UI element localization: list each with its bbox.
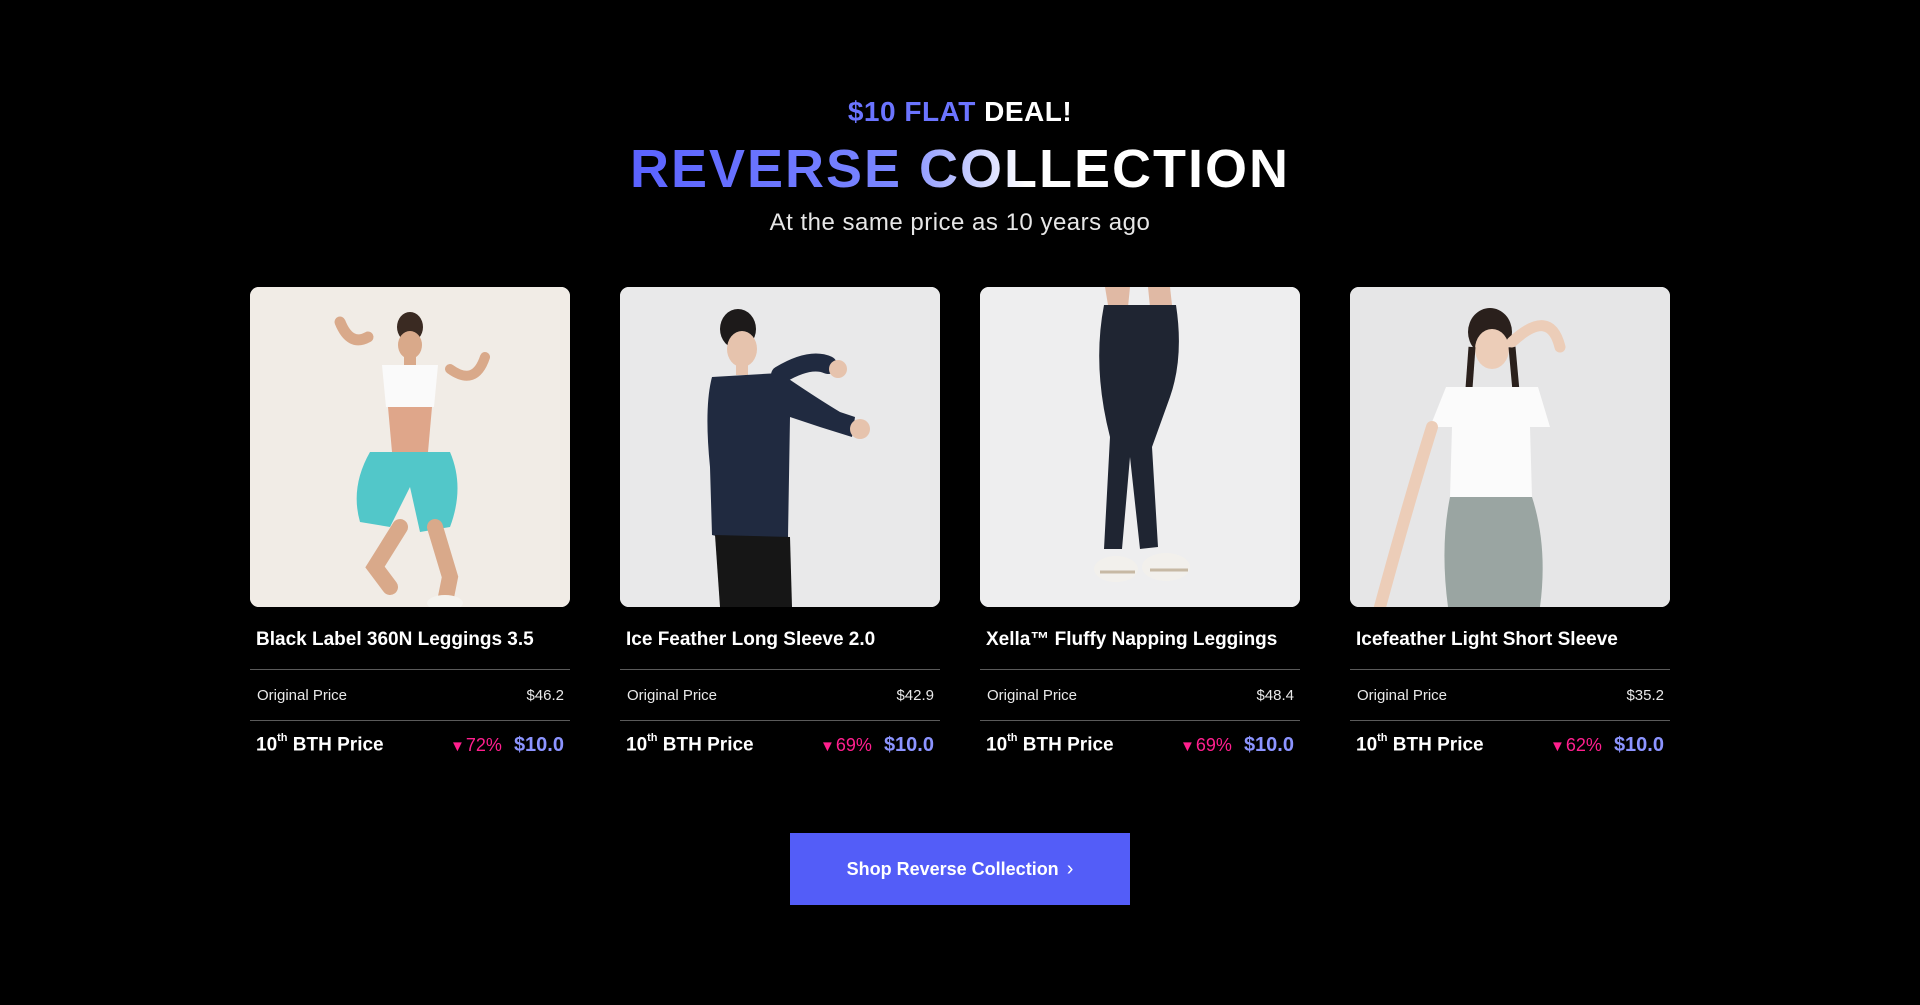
original-price-label: Original Price (257, 686, 348, 704)
product-image[interactable] (250, 287, 570, 607)
original-price-row: Original Price $46.2 (250, 670, 570, 720)
discount-rate: ▼69% (1180, 734, 1232, 755)
deal-price-row: 10th BTH Price ▼69% $10.0 (620, 721, 940, 769)
product-image[interactable] (620, 287, 940, 607)
collection-subtitle: At the same price as 10 years ago (769, 209, 1151, 236)
original-price-label: Original Price (987, 686, 1078, 704)
product-card[interactable]: Icefeather Light Short Sleeve Original P… (1350, 287, 1670, 769)
down-triangle-icon: ▼ (1550, 737, 1565, 755)
original-price-label: Original Price (627, 686, 718, 704)
deal-price: $10.0 (513, 733, 564, 756)
original-price-label: Original Price (1357, 686, 1448, 704)
deal-price-row: 10th BTH Price ▼62% $10.0 (1350, 721, 1670, 769)
promo-eyebrow: $10 FLAT DEAL! (0, 92, 1920, 132)
original-price: $46.2 (526, 686, 564, 704)
deal-price-label: 10th BTH Price (626, 731, 754, 756)
discount-rate: ▼72% (450, 734, 502, 755)
chevron-right-icon: › (1066, 858, 1074, 880)
product-photo-short-sleeve (1350, 287, 1670, 607)
eyebrow-rest: DEAL! (984, 96, 1073, 127)
original-price: $42.9 (896, 686, 934, 704)
deal-price: $10.0 (1243, 733, 1294, 756)
product-photo-napping-leggings (980, 287, 1300, 607)
eyebrow-highlight: $10 FLAT (847, 96, 976, 127)
deal-price-row: 10th BTH Price ▼69% $10.0 (980, 721, 1300, 769)
product-photo-long-sleeve (620, 287, 940, 607)
product-card[interactable]: Xella™ Fluffy Napping Leggings Original … (980, 287, 1300, 769)
product-card[interactable]: Ice Feather Long Sleeve 2.0 Original Pri… (620, 287, 940, 769)
product-name[interactable]: Icefeather Light Short Sleeve (1350, 628, 1670, 652)
original-price-row: Original Price $35.2 (1350, 670, 1670, 720)
promo-page: $10 FLAT DEAL! REVERSE COLLECTION At the… (0, 0, 1920, 1005)
deal-price: $10.0 (1613, 733, 1664, 756)
deal-price-row: 10th BTH Price ▼72% $10.0 (250, 721, 570, 769)
shop-collection-label: Shop Reverse Collection (846, 858, 1059, 879)
product-image[interactable] (1350, 287, 1670, 607)
product-name[interactable]: Ice Feather Long Sleeve 2.0 (620, 628, 940, 652)
discount-rate: ▼62% (1550, 734, 1602, 755)
original-price: $48.4 (1256, 686, 1294, 704)
original-price-row: Original Price $48.4 (980, 670, 1300, 720)
product-card[interactable]: Black Label 360N Leggings 3.5 Original P… (250, 287, 570, 769)
shop-collection-button[interactable]: Shop Reverse Collection › (790, 833, 1130, 905)
product-image[interactable] (980, 287, 1300, 607)
discount-rate: ▼69% (820, 734, 872, 755)
deal-price-label: 10th BTH Price (986, 731, 1114, 756)
down-triangle-icon: ▼ (450, 737, 465, 755)
original-price-row: Original Price $42.9 (620, 670, 940, 720)
deal-price-label: 10th BTH Price (1356, 731, 1484, 756)
original-price: $35.2 (1626, 686, 1664, 704)
product-photo-leggings-shorts (250, 287, 570, 607)
product-name[interactable]: Xella™ Fluffy Napping Leggings (980, 628, 1300, 652)
down-triangle-icon: ▼ (820, 737, 835, 755)
deal-price: $10.0 (883, 733, 934, 756)
collection-title: REVERSE COLLECTION (629, 139, 1291, 199)
deal-price-label: 10th BTH Price (256, 731, 384, 756)
product-name[interactable]: Black Label 360N Leggings 3.5 (250, 628, 570, 652)
down-triangle-icon: ▼ (1180, 737, 1195, 755)
promo-header: $10 FLAT DEAL! REVERSE COLLECTION At the… (0, 92, 1920, 238)
